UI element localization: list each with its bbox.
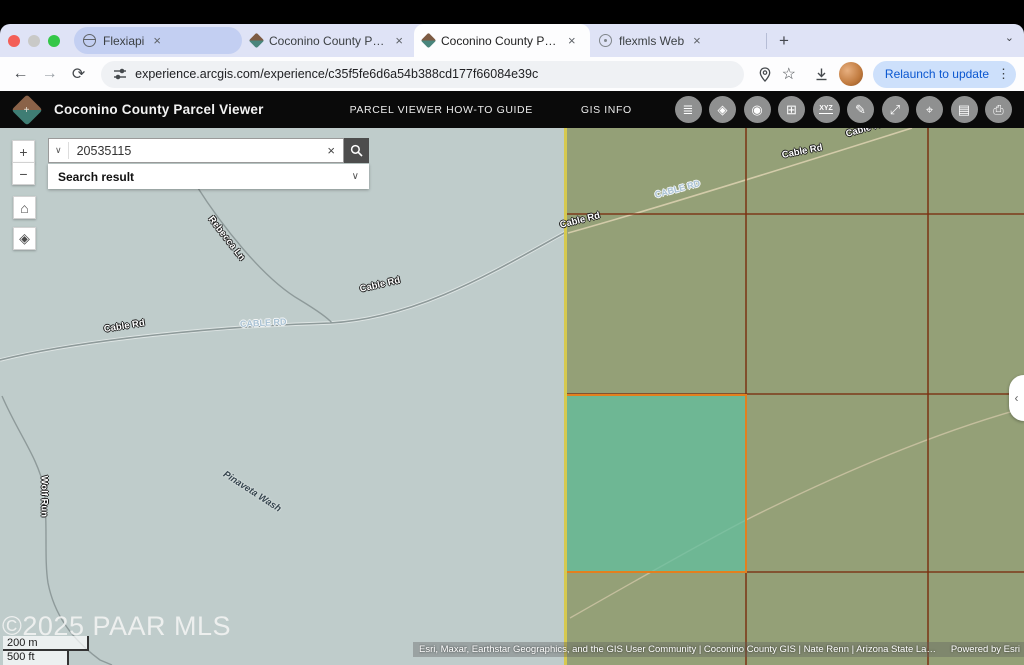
layers-icon[interactable]: ◈ <box>709 96 736 123</box>
close-icon[interactable]: × <box>151 33 163 48</box>
window-controls[interactable] <box>0 35 70 47</box>
search-button[interactable] <box>344 138 369 163</box>
tab-search-chevron-icon[interactable]: ⌄ <box>1005 31 1014 44</box>
close-icon[interactable]: × <box>566 33 578 48</box>
search-input[interactable] <box>69 144 320 158</box>
powered-by-esri: Powered by Esri <box>951 644 1020 655</box>
minimize-window-button[interactable] <box>28 35 40 47</box>
coconino-favicon <box>249 33 265 49</box>
road-cable-rd-left <box>0 232 566 360</box>
scale-bar: 200 m 500 ft <box>3 636 89 665</box>
back-button[interactable]: ← <box>8 65 33 83</box>
tab-title: Flexiapi <box>103 34 144 48</box>
reload-button[interactable]: ⟳ <box>66 64 91 84</box>
app-header: + Coconino County Parcel Viewer PARCEL V… <box>0 91 1024 128</box>
tab-separator <box>766 33 767 49</box>
download-icon[interactable] <box>814 67 829 82</box>
screen-top-strip <box>0 0 1024 24</box>
address-bar[interactable]: experience.arcgis.com/experience/c35f5fe… <box>101 61 743 88</box>
coconino-county-logo: + <box>11 94 42 125</box>
tab-flexiapi[interactable]: Flexiapi × <box>74 27 242 54</box>
forward-button[interactable]: → <box>37 65 62 83</box>
link-howto-guide[interactable]: PARCEL VIEWER HOW-TO GUIDE <box>350 104 533 116</box>
search-source-chevron-icon[interactable]: ∨ <box>49 142 69 159</box>
app-title: Coconino County Parcel Viewer <box>54 102 264 117</box>
map-attribution: Esri, Maxar, Earthstar Geographics, and … <box>413 642 1024 657</box>
tab-title: Coconino County Parcel View <box>441 34 559 48</box>
report-icon[interactable]: ▤ <box>951 96 978 123</box>
map-label-wolf-run: Wolf Run <box>39 476 50 518</box>
url-text[interactable]: experience.arcgis.com/experience/c35f5fe… <box>135 67 538 81</box>
panel-collapse-toggle[interactable]: ‹ <box>1009 375 1024 421</box>
close-icon[interactable]: × <box>691 33 703 48</box>
search-result-dropdown[interactable]: Search result ∨ <box>48 164 369 189</box>
apps-grid-icon[interactable]: ⊞ <box>778 96 805 123</box>
select-icon[interactable]: ⌖ <box>916 96 943 123</box>
road-rebecca-ln <box>196 185 332 323</box>
tab-title: Coconino County Parcel View <box>269 34 386 48</box>
attribution-sources: Esri, Maxar, Earthstar Geographics, and … <box>419 644 937 655</box>
map-overlay-graphics <box>0 128 1024 665</box>
profile-avatar[interactable] <box>839 62 863 86</box>
print-icon[interactable]: ⎙ <box>985 96 1012 123</box>
relaunch-to-update-button[interactable]: Relaunch to update ⋮ <box>873 61 1016 88</box>
search-result-label: Search result <box>58 170 134 184</box>
circle-pin-icon <box>599 34 612 47</box>
road-cable-rd-right <box>568 128 912 233</box>
map-view[interactable]: Rebecca Ln Cable Rd CABLE RD Cable Rd Wo… <box>0 128 1024 665</box>
search-icon <box>350 144 363 157</box>
road-casing-cable-rd-left <box>0 232 566 360</box>
browser-tab-bar: Flexiapi × Coconino County Parcel View ×… <box>0 24 1024 57</box>
coconino-favicon <box>421 33 437 49</box>
site-settings-icon[interactable] <box>113 67 127 81</box>
tab-coconino-1[interactable]: Coconino County Parcel View × <box>242 27 414 54</box>
header-links: PARCEL VIEWER HOW-TO GUIDE GIS INFO <box>350 104 632 116</box>
zoom-in-button[interactable]: + <box>12 140 35 163</box>
measure-icon[interactable]: ⤢ <box>882 96 909 123</box>
browser-toolbar: ← → ⟳ experience.arcgis.com/experience/c… <box>0 57 1024 91</box>
new-tab-button[interactable]: + <box>771 31 797 51</box>
globe-icon <box>83 34 96 47</box>
close-window-button[interactable] <box>8 35 20 47</box>
maximize-window-button[interactable] <box>48 35 60 47</box>
coordinates-icon[interactable]: XYZ <box>813 96 840 123</box>
basemap-icon[interactable]: ◉ <box>744 96 771 123</box>
widget-toolbar: ≣ ◈ ◉ ⊞ XYZ ✎ ⤢ ⌖ ▤ ⎙ <box>675 96 1013 123</box>
browser-menu-icon[interactable]: ⋮ <box>997 66 1010 82</box>
location-pin-icon[interactable] <box>758 67 772 82</box>
link-gis-info[interactable]: GIS INFO <box>581 104 632 116</box>
search-widget: ∨ × Search result ∨ <box>48 138 369 189</box>
scale-imperial: 500 ft <box>3 651 69 665</box>
search-box[interactable]: ∨ × <box>48 138 344 163</box>
tab-coconino-2-active[interactable]: Coconino County Parcel View × <box>414 24 590 57</box>
swipe-divider[interactable] <box>564 128 567 665</box>
relaunch-label: Relaunch to update <box>885 67 989 81</box>
selected-parcel-highlight[interactable] <box>566 395 746 572</box>
bookmark-star-icon[interactable]: ☆ <box>782 64 796 84</box>
tab-flexmls[interactable]: flexmls Web × <box>590 27 762 54</box>
locate-button[interactable]: ◈ <box>13 227 36 250</box>
zoom-out-button[interactable]: − <box>12 162 35 185</box>
tab-title: flexmls Web <box>619 34 684 48</box>
home-button[interactable]: ⌂ <box>13 196 36 219</box>
chevron-down-icon: ∨ <box>352 171 359 182</box>
toolbar-right-icons: ☆ Relaunch to update ⋮ <box>758 61 1016 88</box>
scale-metric: 200 m <box>3 636 89 651</box>
legend-icon[interactable]: ≣ <box>675 96 702 123</box>
close-icon[interactable]: × <box>393 33 405 48</box>
draw-icon[interactable]: ✎ <box>847 96 874 123</box>
clear-search-icon[interactable]: × <box>319 143 343 158</box>
